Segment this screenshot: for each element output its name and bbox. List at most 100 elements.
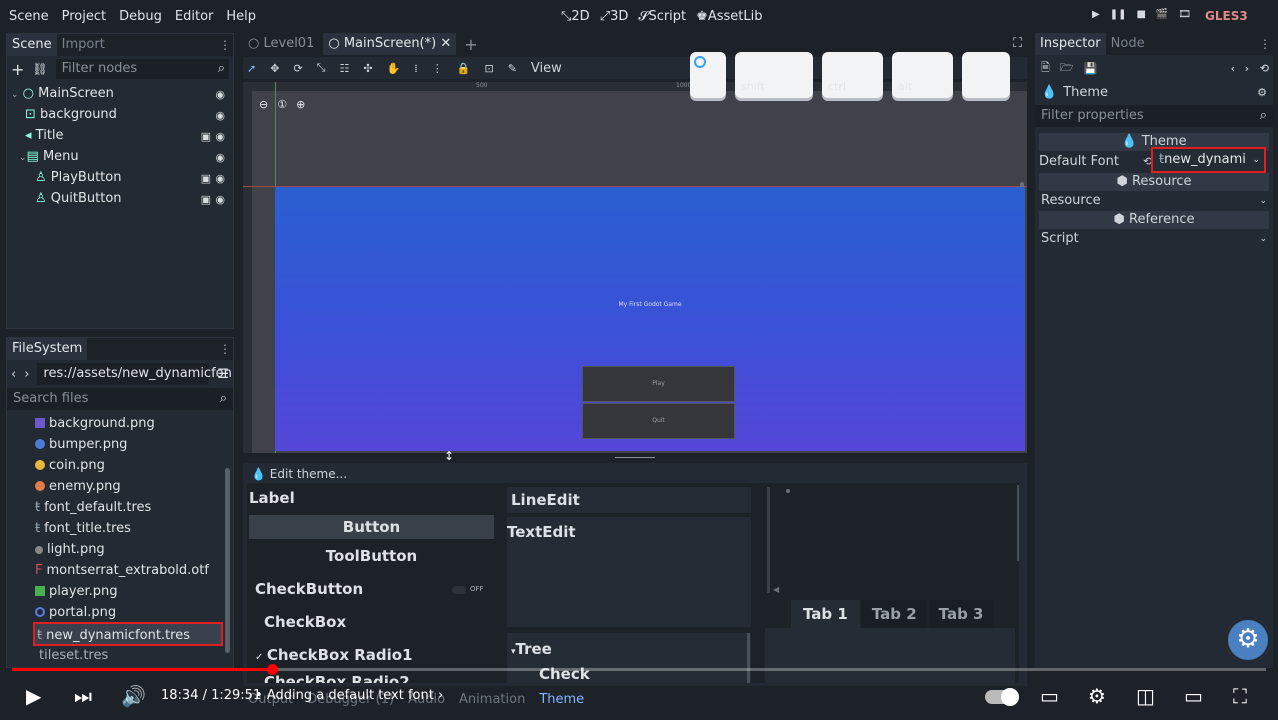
- menu-project[interactable]: Project: [62, 9, 106, 24]
- tree-node-background[interactable]: ⊡ background: [25, 105, 117, 125]
- forward-icon[interactable]: ›: [24, 367, 29, 382]
- vscrollbar-preview[interactable]: [767, 487, 770, 593]
- tab-scene[interactable]: Scene: [7, 34, 57, 56]
- scene-tab-level01[interactable]: ○ Level01: [243, 33, 319, 55]
- play-icon[interactable]: ▶: [26, 684, 41, 708]
- file-item[interactable]: light.png: [35, 540, 105, 560]
- slider-grabber-icon[interactable]: ◀: [773, 585, 779, 594]
- preview-tab-3[interactable]: Tab 3: [928, 600, 994, 628]
- add-node-icon[interactable]: +: [11, 60, 24, 79]
- visibility-eye-icon[interactable]: ◉: [215, 172, 225, 185]
- edit-theme-menu[interactable]: 💧 Edit theme...: [251, 467, 347, 481]
- group-icon[interactable]: ⊡: [484, 62, 493, 75]
- pause-icon[interactable]: ❚❚: [1110, 9, 1127, 20]
- zoom-out-icon[interactable]: ⊖: [259, 98, 268, 111]
- settings-icon[interactable]: ⚙: [1088, 684, 1106, 708]
- signal-icon[interactable]: ▣: [201, 172, 211, 185]
- chapter-title[interactable]: • Adding a default text font ›: [255, 688, 443, 703]
- menu-debug[interactable]: Debug: [119, 9, 162, 24]
- preview-checkbox[interactable]: CheckBox: [264, 613, 346, 631]
- more-icon[interactable]: ⋮: [432, 62, 443, 75]
- move-tool-icon[interactable]: ✥: [270, 62, 279, 75]
- dock-menu-icon[interactable]: ⋮: [1259, 37, 1271, 51]
- visibility-eye-icon[interactable]: ◉: [215, 130, 225, 143]
- snap-icon[interactable]: ⁞: [414, 62, 418, 75]
- preview-checkbutton[interactable]: CheckButton: [255, 580, 363, 598]
- script-row[interactable]: Script ⌄: [1035, 229, 1273, 249]
- menu-editor[interactable]: Editor: [175, 9, 213, 24]
- autoplay-toggle[interactable]: [985, 688, 1019, 706]
- dock-menu-icon[interactable]: ⋮: [219, 342, 231, 356]
- view-menu[interactable]: View: [531, 61, 562, 76]
- distraction-free-icon[interactable]: ⛶: [1013, 36, 1022, 51]
- default-font-picker[interactable]: ŧnew_dynami ⌄: [1151, 147, 1266, 173]
- dock-menu-icon[interactable]: ⋮: [219, 38, 231, 52]
- file-item[interactable]: portal.png: [35, 603, 116, 623]
- filter-properties-input[interactable]: Filter properties ⌕: [1035, 105, 1273, 127]
- rotate-tool-icon[interactable]: ⟳: [293, 62, 302, 75]
- file-item[interactable]: tileset.tres: [35, 646, 108, 666]
- save-resource-icon[interactable]: 💾: [1084, 62, 1098, 75]
- mode-3d[interactable]: ⤢3D: [600, 9, 629, 24]
- stop-icon[interactable]: ■: [1136, 9, 1145, 20]
- history-forward-icon[interactable]: ›: [1245, 62, 1249, 75]
- zoom-in-icon[interactable]: ⊕: [296, 98, 305, 111]
- new-resource-icon[interactable]: 🗎: [1041, 59, 1050, 78]
- tree-node-title[interactable]: ◂ Title: [25, 126, 64, 146]
- preview-radio1[interactable]: ✓ CheckBox Radio1: [255, 646, 413, 664]
- load-resource-icon[interactable]: 🗁: [1060, 59, 1074, 78]
- lock-icon[interactable]: 🔒: [457, 62, 471, 75]
- visibility-eye-icon[interactable]: ◉: [215, 88, 225, 101]
- theater-mode-icon[interactable]: ▭: [1184, 684, 1203, 708]
- mode-script[interactable]: 𝓢Script: [638, 9, 686, 24]
- next-icon[interactable]: ⏭: [74, 684, 92, 708]
- visibility-eye-icon[interactable]: ◉: [215, 193, 225, 206]
- object-history-icon[interactable]: ⟲: [1260, 62, 1269, 75]
- tree-node-mainscreen[interactable]: ⌄ ○ MainScreen: [11, 84, 114, 104]
- split-handle[interactable]: [243, 455, 1027, 460]
- mode-2d[interactable]: ⤡2D: [561, 9, 590, 24]
- hscroll-grabber[interactable]: [786, 489, 790, 493]
- search-files-input[interactable]: Search files ⌕: [7, 388, 233, 410]
- game-quit-button[interactable]: Quit: [582, 403, 735, 439]
- visibility-eye-icon[interactable]: ◉: [215, 109, 225, 122]
- pan-tool-icon[interactable]: ✋: [387, 62, 401, 75]
- skeleton-icon[interactable]: ✎: [508, 62, 517, 75]
- signal-icon[interactable]: ▣: [201, 130, 211, 143]
- renderer-label[interactable]: GLES3: [1205, 9, 1248, 23]
- file-item[interactable]: bumper.png: [35, 435, 127, 455]
- preview-tree[interactable]: ▾Tree: [511, 640, 552, 658]
- preview-toolbutton[interactable]: ToolButton: [249, 547, 494, 565]
- tab-node[interactable]: Node: [1106, 33, 1150, 55]
- back-icon[interactable]: ‹: [11, 367, 16, 382]
- path-field[interactable]: res://assets/new_dynamicfon: [37, 363, 232, 385]
- close-icon[interactable]: ✕: [440, 36, 451, 51]
- tab-inspector[interactable]: Inspector: [1035, 33, 1106, 55]
- preview-button[interactable]: Button: [249, 515, 494, 539]
- filter-nodes-input[interactable]: Filter nodes ⌕: [55, 59, 229, 79]
- file-item[interactable]: coin.png: [35, 456, 105, 476]
- menu-scene[interactable]: Scene: [9, 9, 49, 24]
- miniplayer-icon[interactable]: ◫: [1136, 684, 1155, 708]
- file-item[interactable]: ŧ font_title.tres: [35, 519, 131, 539]
- preview-lineedit[interactable]: LineEdit: [507, 487, 751, 513]
- split-view-icon[interactable]: ☰: [217, 367, 229, 382]
- resource-row[interactable]: Resource ⌄: [1035, 191, 1273, 211]
- link-icon[interactable]: ⛓: [32, 62, 47, 76]
- scrollbar[interactable]: [225, 468, 230, 653]
- file-item-selected[interactable]: ŧ new_dynamicfont.tres: [33, 622, 223, 646]
- play-icon[interactable]: ▶: [1092, 9, 1100, 20]
- file-item[interactable]: enemy.png: [35, 477, 121, 497]
- subtitles-icon[interactable]: ▭: [1040, 684, 1059, 708]
- inspected-object[interactable]: 💧 Theme ⚙: [1035, 81, 1273, 103]
- select-tool-icon[interactable]: ➚: [247, 62, 256, 75]
- list-select-icon[interactable]: ☷: [339, 62, 349, 75]
- file-item[interactable]: background.png: [35, 414, 155, 434]
- scale-tool-icon[interactable]: ⤡: [317, 61, 326, 75]
- object-properties-icon[interactable]: ⚙: [1257, 86, 1267, 99]
- tab-filesystem[interactable]: FileSystem: [7, 338, 88, 360]
- tree-node-quitbutton[interactable]: ♙ QuitButton: [35, 189, 122, 209]
- play-custom-icon[interactable]: 🎞: [1178, 9, 1191, 20]
- history-back-icon[interactable]: ‹: [1231, 62, 1235, 75]
- section-reference[interactable]: ⬢ Reference: [1039, 211, 1269, 229]
